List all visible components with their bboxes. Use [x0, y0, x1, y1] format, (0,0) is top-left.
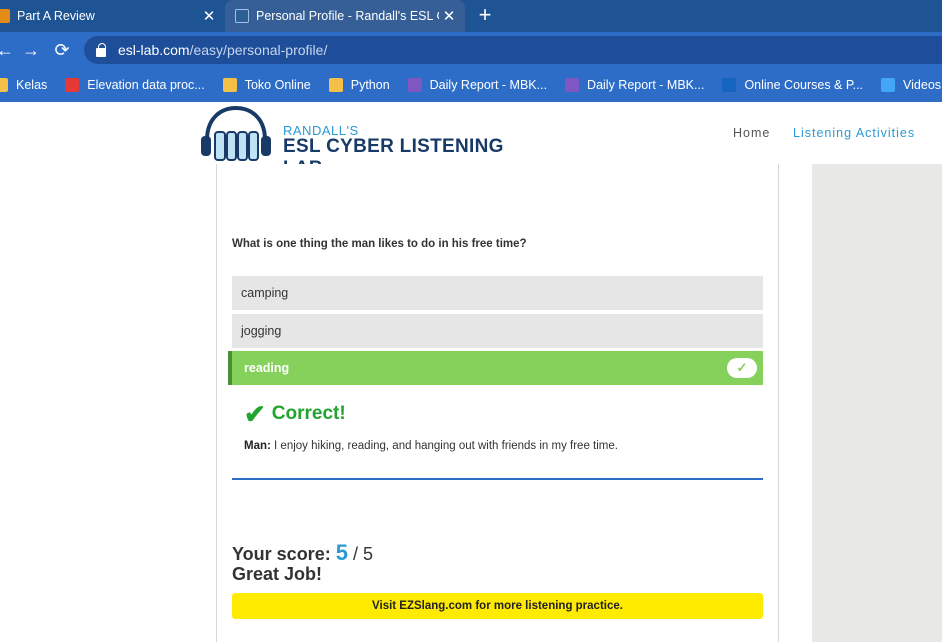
- bookmark-python[interactable]: Python: [328, 78, 390, 92]
- right-sidebar: [812, 164, 942, 642]
- url-domain: esl-lab.com: [118, 42, 190, 58]
- bookmark-label: Online Courses & P...: [744, 78, 864, 92]
- checkmark-icon: ✔: [244, 399, 266, 429]
- check-icon: ✓: [727, 358, 757, 378]
- site-favicon-icon: [235, 9, 249, 23]
- bookmark-label: Daily Report - MBK...: [429, 78, 548, 92]
- score-line: Your score: 5 / 5: [232, 540, 373, 566]
- bookmark-label: Toko Online: [244, 78, 311, 92]
- youtube-icon: [65, 78, 80, 92]
- tab-personal-profile[interactable]: Personal Profile - Randall's ESL C ✕: [225, 0, 465, 32]
- bookmark-toko-online[interactable]: Toko Online: [222, 78, 311, 92]
- bookmark-icon: [0, 78, 8, 92]
- answer-option-label: reading: [244, 361, 290, 375]
- forms-icon: [407, 78, 422, 92]
- tab-part-a-review[interactable]: Part A Review ✕: [0, 0, 225, 32]
- score-comment: Great Job!: [232, 564, 323, 584]
- site-logo[interactable]: RANDALL'S ESL CYBER LISTENING LAB: [201, 105, 531, 179]
- feedback-label: Correct!: [271, 403, 346, 424]
- browser-tab-bar: Part A Review ✕ Personal Profile - Randa…: [0, 0, 942, 32]
- transcript-line: Man: I enjoy hiking, reading, and hangin…: [244, 440, 618, 452]
- tab-title: Part A Review: [17, 9, 95, 23]
- answer-option-camping[interactable]: camping: [232, 276, 763, 310]
- forms-icon: [565, 78, 580, 92]
- bookmark-label: Elevation data proc...: [87, 78, 205, 92]
- page-icon: [222, 78, 237, 92]
- speaker-label: Man:: [244, 440, 271, 452]
- url-path: /easy/personal-profile/: [189, 42, 328, 58]
- score-value: 5: [335, 540, 348, 565]
- nav-listening-activities-link[interactable]: Listening Activities: [793, 126, 915, 140]
- answer-option-jogging[interactable]: jogging: [232, 314, 763, 348]
- transcript-text: I enjoy hiking, reading, and hanging out…: [270, 440, 618, 452]
- bookmark-kelas[interactable]: Kelas: [0, 78, 47, 92]
- reload-button[interactable]: ⟳: [49, 37, 75, 63]
- score-total: / 5: [347, 544, 373, 564]
- bookmark-daily-report-1[interactable]: Daily Report - MBK...: [407, 78, 548, 92]
- url-input[interactable]: esl-lab.com /easy/personal-profile/: [84, 36, 942, 64]
- bookmarks-bar: Kelas Elevation data proc... Toko Online…: [0, 68, 942, 102]
- close-icon[interactable]: ✕: [199, 7, 219, 25]
- flutter-icon: [881, 78, 896, 92]
- score-label: Your score:: [232, 544, 336, 564]
- answer-option-reading-selected[interactable]: reading ✓: [228, 351, 763, 385]
- forward-button[interactable]: →: [18, 37, 44, 63]
- headphones-book-icon: [201, 105, 271, 161]
- tab-title: Personal Profile - Randall's ESL C: [256, 9, 439, 23]
- new-tab-button[interactable]: +: [474, 2, 496, 30]
- udacity-icon: [722, 78, 737, 92]
- bookmark-online-courses[interactable]: Online Courses & P...: [722, 78, 863, 92]
- bookmark-label: Python: [350, 78, 390, 92]
- back-button[interactable]: ←: [0, 37, 18, 63]
- bookmark-daily-report-2[interactable]: Daily Report - MBK...: [565, 78, 704, 92]
- divider: [232, 478, 763, 480]
- lock-icon[interactable]: [96, 42, 106, 57]
- bookmark-label: Kelas: [16, 78, 48, 92]
- bookmark-label: Videos and on: [903, 78, 942, 92]
- page-icon: [328, 78, 343, 92]
- promo-banner-link[interactable]: Visit EZSlang.com for more listening pra…: [232, 593, 763, 619]
- nav-home-link[interactable]: Home: [733, 126, 770, 140]
- address-bar: ← → ⟳ esl-lab.com /easy/personal-profile…: [0, 32, 942, 68]
- close-icon[interactable]: ✕: [439, 7, 459, 25]
- bookmark-videos[interactable]: Videos and on: [881, 78, 942, 92]
- bookmark-elevation[interactable]: Elevation data proc...: [65, 78, 205, 92]
- bookmark-label: Daily Report - MBK...: [587, 78, 705, 92]
- feedback-correct: ✔ Correct!: [244, 399, 346, 429]
- profile-icon: [0, 9, 10, 23]
- question-text: What is one thing the man likes to do in…: [232, 238, 527, 250]
